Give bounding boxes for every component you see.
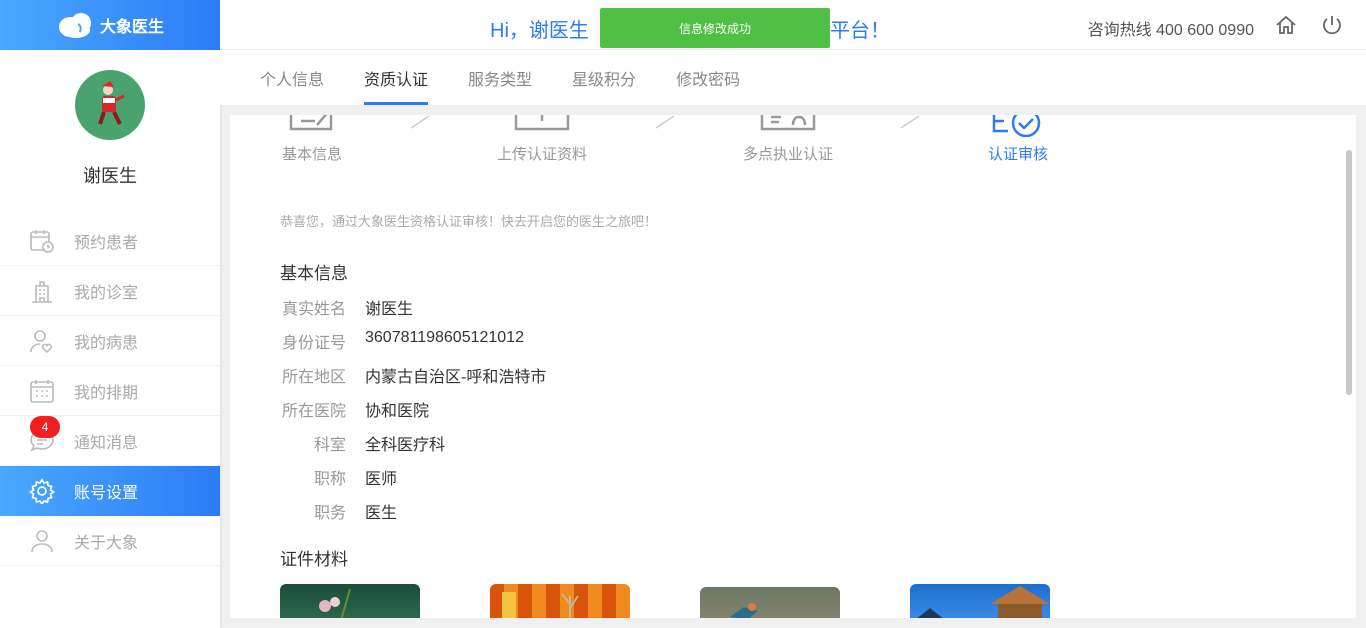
success-toast: 信息修改成功 <box>600 8 830 48</box>
tab-service-type[interactable]: 服务类型 <box>468 50 532 105</box>
hotline: 咨询热线 400 600 0990 <box>1087 22 1254 39</box>
greeting-left: Hi，谢医生 <box>490 20 589 42</box>
info-row-title: 职称 医师 <box>280 465 397 489</box>
avatar[interactable] <box>75 70 145 140</box>
certificate-thumbnail[interactable] <box>910 584 1050 618</box>
info-label: 职称 <box>313 471 346 488</box>
home-icon[interactable] <box>1274 13 1298 37</box>
sidebar-item-about[interactable]: 关于大象 <box>0 516 220 566</box>
sidebar-item-label: 通知消息 <box>74 434 139 452</box>
step-label: 认证审核 <box>987 146 1048 163</box>
building-icon <box>28 277 56 305</box>
info-row-real-name: 真实姓名 谢医生 <box>280 295 413 319</box>
step-divider <box>410 115 430 129</box>
greeting-right: 平台！ <box>830 20 890 42</box>
info-value: 医生 <box>365 505 398 522</box>
info-label: 科室 <box>313 437 346 454</box>
branches-image <box>502 592 579 618</box>
progress-steps: 基本信息 上传认证资料 多点执业认证 认证审核 <box>230 115 1130 185</box>
tab-personal-info[interactable]: 个人信息 <box>260 50 324 105</box>
info-row-region: 所在地区 内蒙古自治区-呼和浩特市 <box>280 363 546 387</box>
user-icon <box>28 527 56 555</box>
info-label: 所在地区 <box>281 369 346 386</box>
info-label: 身份证号 <box>281 335 346 352</box>
certificate-thumbnail[interactable] <box>280 584 420 618</box>
sidebar-item-patients[interactable]: 我的病患 <box>0 316 220 366</box>
sidebar-item-label: 我的排期 <box>74 384 139 402</box>
step-label: 上传认证资料 <box>496 146 587 163</box>
upload-icon <box>492 115 592 137</box>
info-row-id-number: 身份证号 360781198605121012 <box>280 329 524 353</box>
review-check-icon <box>982 115 1054 137</box>
info-label: 真实姓名 <box>281 301 346 318</box>
step-divider <box>900 115 920 129</box>
top-header: Hi，谢医生 平台！ 信息修改成功 咨询热线 400 600 0990 <box>220 0 1366 50</box>
main-content: 基本信息 上传认证资料 多点执业认证 认证审核 恭喜您，通过大象医生资格认证审核… <box>230 115 1356 618</box>
form-edit-icon <box>277 115 347 137</box>
user-heart-icon <box>28 327 56 355</box>
info-label: 所在医院 <box>281 403 346 420</box>
info-row-position: 职务 医生 <box>280 499 397 523</box>
sidebar-item-appointments[interactable]: 预约患者 <box>0 216 220 266</box>
sidebar-item-label: 预约患者 <box>74 234 139 252</box>
step-review: 认证审核 <box>982 115 1054 164</box>
id-card-icon <box>738 115 838 137</box>
flower-image <box>319 588 351 618</box>
sidebar-item-label: 我的病患 <box>74 334 139 352</box>
info-value: 全科医疗科 <box>365 437 446 454</box>
info-value: 谢医生 <box>365 301 414 318</box>
sidebar-item-clinic[interactable]: 我的诊室 <box>0 266 220 316</box>
brand-name: 大象医生 <box>99 19 164 36</box>
congrats-message: 恭喜您，通过大象医生资格认证审核！快去开启您的医生之旅吧！ <box>280 214 658 229</box>
elephant-cloud-logo <box>58 13 91 38</box>
calendar-clock-icon <box>28 227 56 255</box>
step-label: 多点执业认证 <box>742 146 833 163</box>
step-upload: 上传认证资料 <box>492 115 592 164</box>
sidebar-item-messages[interactable]: 通知消息 4 <box>0 416 220 466</box>
certificate-thumbnail[interactable] <box>700 587 840 618</box>
sidebar-item-account-settings[interactable]: 账号设置 <box>0 466 220 516</box>
step-multi-site: 多点执业认证 <box>738 115 838 164</box>
sidebar-item-schedule[interactable]: 我的排期 <box>0 366 220 416</box>
brand-bar[interactable]: 大象医生 <box>0 0 220 50</box>
step-basic-info: 基本信息 <box>277 115 347 164</box>
info-value: 360781198605121012 <box>365 329 524 346</box>
certificate-thumbnail[interactable] <box>490 584 630 618</box>
certificates-title: 证件材料 <box>280 550 348 569</box>
info-label: 职务 <box>313 505 346 522</box>
avatar-figure-icon <box>98 81 125 125</box>
tab-qualification[interactable]: 资质认证 <box>364 50 429 105</box>
sidebar-item-label: 我的诊室 <box>74 284 139 302</box>
info-value: 医师 <box>365 471 398 488</box>
step-divider <box>655 115 675 129</box>
info-row-department: 科室 全科医疗科 <box>280 431 445 455</box>
app: 大象医生 谢医生 预约患者 我的诊室 我的病患 我的排期 通知消息 4 账号设置… <box>0 0 1366 628</box>
gear-icon <box>28 477 56 505</box>
settings-tabs: 个人信息 资质认证 服务类型 星级积分 修改密码 <box>220 50 1366 105</box>
scrollbar[interactable] <box>1346 150 1352 395</box>
sidebar-item-label: 账号设置 <box>74 485 139 502</box>
sidebar: 大象医生 谢医生 预约患者 我的诊室 我的病患 我的排期 通知消息 4 账号设置… <box>0 0 220 628</box>
tab-change-password[interactable]: 修改密码 <box>676 50 740 105</box>
bird-image <box>730 603 758 618</box>
doctor-name: 谢医生 <box>83 166 137 186</box>
info-row-hospital: 所在医院 协和医院 <box>280 397 429 421</box>
tab-star-points[interactable]: 星级积分 <box>572 50 636 105</box>
power-icon[interactable] <box>1320 13 1344 37</box>
sidebar-menu: 预约患者 我的诊室 我的病患 我的排期 通知消息 4 账号设置 关于大象 <box>0 216 220 566</box>
basic-info-title: 基本信息 <box>280 264 348 283</box>
hut-image <box>917 586 1050 618</box>
sidebar-item-label: 关于大象 <box>74 534 139 552</box>
step-label: 基本信息 <box>281 146 342 163</box>
calendar-icon <box>28 377 56 405</box>
info-value: 协和医院 <box>365 403 430 420</box>
info-value: 内蒙古自治区-呼和浩特市 <box>365 369 547 386</box>
unread-badge: 4 <box>30 416 60 438</box>
